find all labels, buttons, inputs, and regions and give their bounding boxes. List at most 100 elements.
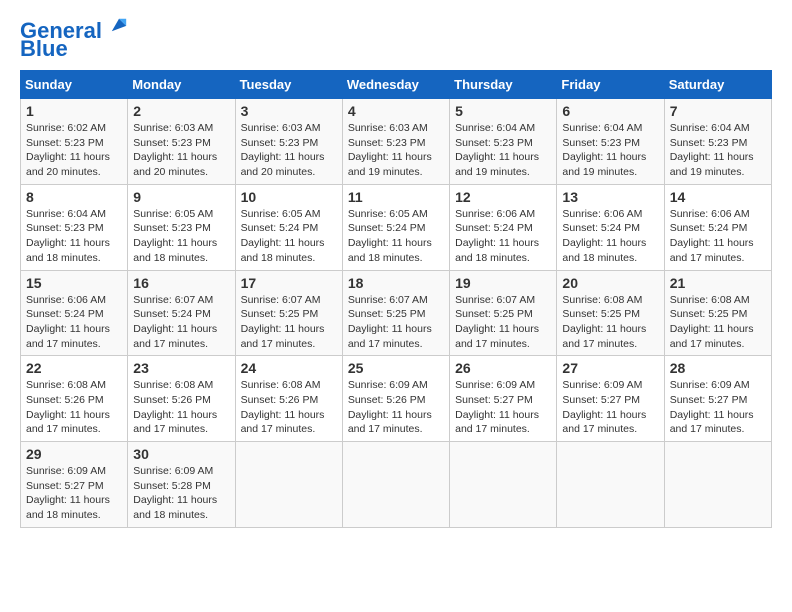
day-number: 21	[670, 275, 766, 291]
day-info: Sunrise: 6:03 AMSunset: 5:23 PMDaylight:…	[241, 121, 337, 180]
day-info: Sunrise: 6:08 AMSunset: 5:25 PMDaylight:…	[670, 293, 766, 352]
day-info: Sunrise: 6:03 AMSunset: 5:23 PMDaylight:…	[133, 121, 229, 180]
day-info: Sunrise: 6:06 AMSunset: 5:24 PMDaylight:…	[670, 207, 766, 266]
calendar-day-28: 28Sunrise: 6:09 AMSunset: 5:27 PMDayligh…	[664, 356, 771, 442]
day-number: 18	[348, 275, 444, 291]
day-info: Sunrise: 6:04 AMSunset: 5:23 PMDaylight:…	[670, 121, 766, 180]
header-day-monday: Monday	[128, 71, 235, 99]
calendar-day-22: 22Sunrise: 6:08 AMSunset: 5:26 PMDayligh…	[21, 356, 128, 442]
calendar-day-24: 24Sunrise: 6:08 AMSunset: 5:26 PMDayligh…	[235, 356, 342, 442]
day-info: Sunrise: 6:05 AMSunset: 5:23 PMDaylight:…	[133, 207, 229, 266]
calendar-day-26: 26 Sunrise: 6:09 AMSunset: 5:27 PMDayligh…	[450, 356, 557, 442]
day-info: Sunrise: 6:04 AMSunset: 5:23 PMDaylight:…	[562, 121, 658, 180]
calendar-day-10: 10 Sunrise: 6:05 AMSunset: 5:24 PMDayligh…	[235, 184, 342, 270]
day-info: Sunrise: 6:09 AMSunset: 5:27 PMDaylight:…	[455, 378, 551, 437]
day-number: 12	[455, 189, 551, 205]
day-number: 24	[241, 360, 337, 376]
day-number: 5	[455, 103, 551, 119]
calendar-day-18: 18Sunrise: 6:07 AMSunset: 5:25 PMDayligh…	[342, 270, 449, 356]
day-number: 4	[348, 103, 444, 119]
calendar-day-4: 4 Sunrise: 6:03 AMSunset: 5:23 PMDaylight…	[342, 99, 449, 185]
calendar-day-empty	[557, 442, 664, 528]
day-info: Sunrise: 6:04 AMSunset: 5:23 PMDaylight:…	[455, 121, 551, 180]
day-info: Sunrise: 6:06 AMSunset: 5:24 PMDaylight:…	[26, 293, 122, 352]
calendar-day-15: 15 Sunrise: 6:06 AMSunset: 5:24 PMDayligh…	[21, 270, 128, 356]
calendar-day-5: 5 Sunrise: 6:04 AMSunset: 5:23 PMDaylight…	[450, 99, 557, 185]
calendar-day-3: 3Sunrise: 6:03 AMSunset: 5:23 PMDaylight…	[235, 99, 342, 185]
day-number: 7	[670, 103, 766, 119]
header-day-wednesday: Wednesday	[342, 71, 449, 99]
calendar-week-4: 22 Sunrise: 6:08 AMSunset: 5:26 PMDayligh…	[21, 356, 772, 442]
day-number: 20	[562, 275, 658, 291]
calendar-day-empty	[235, 442, 342, 528]
calendar-day-23: 23Sunrise: 6:08 AMSunset: 5:26 PMDayligh…	[128, 356, 235, 442]
calendar-day-empty	[450, 442, 557, 528]
day-info: Sunrise: 6:09 AMSunset: 5:27 PMDaylight:…	[562, 378, 658, 437]
calendar-day-7: 7 Sunrise: 6:04 AMSunset: 5:23 PMDaylight…	[664, 99, 771, 185]
calendar-day-19: 19 Sunrise: 6:07 AMSunset: 5:25 PMDayligh…	[450, 270, 557, 356]
day-number: 16	[133, 275, 229, 291]
day-info: Sunrise: 6:02 AMSunset: 5:23 PMDaylight:…	[26, 121, 122, 180]
calendar-day-16: 16 Sunrise: 6:07 AMSunset: 5:24 PMDayligh…	[128, 270, 235, 356]
day-info: Sunrise: 6:08 AMSunset: 5:26 PMDaylight:…	[133, 378, 229, 437]
day-number: 29	[26, 446, 122, 462]
header-day-friday: Friday	[557, 71, 664, 99]
calendar-day-empty	[664, 442, 771, 528]
calendar-day-29: 29 Sunrise: 6:09 AMSunset: 5:27 PMDayligh…	[21, 442, 128, 528]
calendar-day-14: 14 Sunrise: 6:06 AMSunset: 5:24 PMDayligh…	[664, 184, 771, 270]
day-info: Sunrise: 6:04 AMSunset: 5:23 PMDaylight:…	[26, 207, 122, 266]
day-info: Sunrise: 6:05 AMSunset: 5:24 PMDaylight:…	[348, 207, 444, 266]
day-number: 17	[241, 275, 337, 291]
calendar-day-20: 20 Sunrise: 6:08 AMSunset: 5:25 PMDayligh…	[557, 270, 664, 356]
day-number: 13	[562, 189, 658, 205]
day-info: Sunrise: 6:06 AMSunset: 5:24 PMDaylight:…	[455, 207, 551, 266]
calendar-day-21: 21 Sunrise: 6:08 AMSunset: 5:25 PMDayligh…	[664, 270, 771, 356]
calendar-day-6: 6Sunrise: 6:04 AMSunset: 5:23 PMDaylight…	[557, 99, 664, 185]
day-number: 26	[455, 360, 551, 376]
calendar-week-2: 8 Sunrise: 6:04 AMSunset: 5:23 PMDaylight…	[21, 184, 772, 270]
day-info: Sunrise: 6:03 AMSunset: 5:23 PMDaylight:…	[348, 121, 444, 180]
day-number: 14	[670, 189, 766, 205]
calendar-table: SundayMondayTuesdayWednesdayThursdayFrid…	[20, 70, 772, 528]
day-info: Sunrise: 6:06 AMSunset: 5:24 PMDaylight:…	[562, 207, 658, 266]
calendar-day-30: 30 Sunrise: 6:09 AMSunset: 5:28 PMDayligh…	[128, 442, 235, 528]
day-info: Sunrise: 6:08 AMSunset: 5:25 PMDaylight:…	[562, 293, 658, 352]
day-info: Sunrise: 6:09 AMSunset: 5:26 PMDaylight:…	[348, 378, 444, 437]
day-info: Sunrise: 6:07 AMSunset: 5:24 PMDaylight:…	[133, 293, 229, 352]
calendar-header-row: SundayMondayTuesdayWednesdayThursdayFrid…	[21, 71, 772, 99]
calendar-day-12: 12 Sunrise: 6:06 AMSunset: 5:24 PMDayligh…	[450, 184, 557, 270]
day-number: 15	[26, 275, 122, 291]
day-info: Sunrise: 6:05 AMSunset: 5:24 PMDaylight:…	[241, 207, 337, 266]
calendar-week-5: 29 Sunrise: 6:09 AMSunset: 5:27 PMDayligh…	[21, 442, 772, 528]
calendar-day-2: 2 Sunrise: 6:03 AMSunset: 5:23 PMDaylight…	[128, 99, 235, 185]
calendar-day-25: 25 Sunrise: 6:09 AMSunset: 5:26 PMDayligh…	[342, 356, 449, 442]
day-number: 8	[26, 189, 122, 205]
logo-icon	[110, 16, 128, 34]
day-number: 30	[133, 446, 229, 462]
day-info: Sunrise: 6:09 AMSunset: 5:27 PMDaylight:…	[26, 464, 122, 523]
day-number: 28	[670, 360, 766, 376]
day-number: 1	[26, 103, 122, 119]
day-number: 22	[26, 360, 122, 376]
calendar-day-13: 13 Sunrise: 6:06 AMSunset: 5:24 PMDayligh…	[557, 184, 664, 270]
page-header: General Blue	[20, 20, 772, 62]
calendar-week-1: 1 Sunrise: 6:02 AMSunset: 5:23 PMDaylight…	[21, 99, 772, 185]
day-number: 11	[348, 189, 444, 205]
header-day-sunday: Sunday	[21, 71, 128, 99]
day-info: Sunrise: 6:07 AMSunset: 5:25 PMDaylight:…	[455, 293, 551, 352]
day-info: Sunrise: 6:07 AMSunset: 5:25 PMDaylight:…	[241, 293, 337, 352]
calendar-week-3: 15 Sunrise: 6:06 AMSunset: 5:24 PMDayligh…	[21, 270, 772, 356]
calendar-day-27: 27Sunrise: 6:09 AMSunset: 5:27 PMDayligh…	[557, 356, 664, 442]
calendar-day-1: 1 Sunrise: 6:02 AMSunset: 5:23 PMDaylight…	[21, 99, 128, 185]
logo: General Blue	[20, 20, 128, 62]
day-number: 9	[133, 189, 229, 205]
header-day-tuesday: Tuesday	[235, 71, 342, 99]
day-number: 19	[455, 275, 551, 291]
calendar-day-17: 17 Sunrise: 6:07 AMSunset: 5:25 PMDayligh…	[235, 270, 342, 356]
header-day-thursday: Thursday	[450, 71, 557, 99]
day-number: 2	[133, 103, 229, 119]
calendar-day-11: 11 Sunrise: 6:05 AMSunset: 5:24 PMDayligh…	[342, 184, 449, 270]
day-info: Sunrise: 6:09 AMSunset: 5:28 PMDaylight:…	[133, 464, 229, 523]
day-number: 25	[348, 360, 444, 376]
day-number: 10	[241, 189, 337, 205]
